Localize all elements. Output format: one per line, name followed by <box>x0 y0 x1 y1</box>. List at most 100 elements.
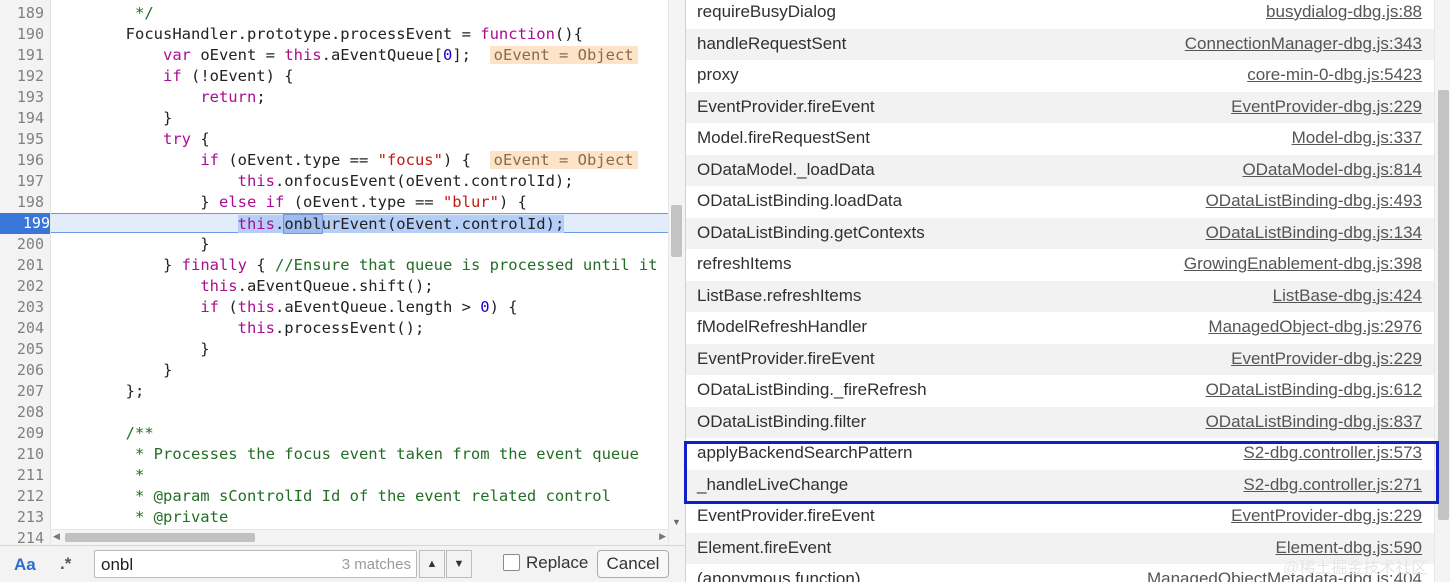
code-line[interactable]: * @param sControlId Id of the event rela… <box>51 486 668 507</box>
call-frame-row[interactable]: EventProvider.fireEvent EventProvider-dbg… <box>686 501 1434 533</box>
code-line[interactable]: this.processEvent(); <box>51 318 668 339</box>
code-line[interactable]: if (!oEvent) { <box>51 66 668 87</box>
line-number[interactable]: 189 <box>0 3 44 24</box>
line-number[interactable]: 207 <box>0 381 44 402</box>
call-frame-row[interactable]: ODataListBinding._fireRefresh ODataListBi… <box>686 375 1434 407</box>
search-query[interactable]: onbl <box>101 555 133 575</box>
code-line[interactable]: /** <box>51 423 668 444</box>
code-line[interactable]: var oEvent = this.aEventQueue[0]; oEvent… <box>51 45 668 66</box>
call-frame-row[interactable]: EventProvider.fireEvent EventProvider-dbg… <box>686 91 1434 123</box>
search-input[interactable]: onbl 3 matches <box>94 550 417 578</box>
call-frame-row[interactable]: ListBase.refreshItems ListBase-dbg.js:424 <box>686 280 1434 312</box>
line-number[interactable]: 192 <box>0 66 44 87</box>
editor-vertical-scrollbar[interactable]: ▼ <box>668 0 685 545</box>
line-number[interactable]: 190 <box>0 24 44 45</box>
call-frame-location-link[interactable]: ManagedObject-dbg.js:2976 <box>1208 317 1422 337</box>
code-line[interactable]: * Processes the focus event taken from t… <box>51 444 668 465</box>
line-number[interactable]: 193 <box>0 87 44 108</box>
cancel-button[interactable]: Cancel <box>597 550 669 578</box>
line-number[interactable]: 208 <box>0 402 44 423</box>
call-stack-scrollbar[interactable] <box>1434 0 1450 582</box>
call-frame-location-link[interactable]: ODataListBinding-dbg.js:612 <box>1206 380 1422 400</box>
code-line[interactable]: */ <box>51 3 668 24</box>
call-frame-location-link[interactable]: ODataListBinding-dbg.js:837 <box>1206 412 1422 432</box>
line-number[interactable]: 214 <box>0 528 44 545</box>
call-frame-row[interactable]: refreshItems GrowingEnablement-dbg.js:398 <box>686 249 1434 281</box>
line-number[interactable]: 196 <box>0 150 44 171</box>
editor-scrollbar-thumb[interactable] <box>671 205 682 257</box>
call-frame-row[interactable]: ODataModel._loadData ODataModel-dbg.js:81… <box>686 154 1434 186</box>
code-line[interactable]: if (this.aEventQueue.length > 0) { <box>51 297 668 318</box>
line-number[interactable]: 206 <box>0 360 44 381</box>
code-line[interactable]: this.onfocusEvent(oEvent.controlId); <box>51 171 668 192</box>
code-line[interactable]: } finally { //Ensure that queue is proce… <box>51 255 668 276</box>
call-frame-location-link[interactable]: ConnectionManager-dbg.js:343 <box>1185 34 1422 54</box>
call-frame-location-link[interactable]: ODataModel-dbg.js:814 <box>1242 160 1422 180</box>
code-line[interactable]: try { <box>51 129 668 150</box>
horizontal-scrollbar[interactable]: ◀ ▶ <box>51 529 668 545</box>
call-frame-row[interactable]: fModelRefreshHandler ManagedObject-dbg.js… <box>686 312 1434 344</box>
line-number[interactable]: 201 <box>0 255 44 276</box>
code-line[interactable]: } <box>51 360 668 381</box>
call-frame-location-link[interactable]: EventProvider-dbg.js:229 <box>1231 97 1422 117</box>
code-line[interactable]: * @private <box>51 507 668 528</box>
next-match-button[interactable]: ▼ <box>446 550 472 578</box>
call-frame-location-link[interactable]: GrowingEnablement-dbg.js:398 <box>1184 254 1422 274</box>
code-line[interactable]: if (oEvent.type == "focus") { oEvent = O… <box>51 150 668 171</box>
call-frame-location-link[interactable]: EventProvider-dbg.js:229 <box>1231 506 1422 526</box>
code-line[interactable]: FocusHandler.prototype.processEvent = fu… <box>51 24 668 45</box>
line-number[interactable]: 203 <box>0 297 44 318</box>
call-frame-row[interactable]: ODataListBinding.filter ODataListBinding-… <box>686 406 1434 438</box>
horizontal-scrollbar-thumb[interactable] <box>65 533 255 542</box>
line-number[interactable]: 195 <box>0 129 44 150</box>
line-number[interactable]: 213 <box>0 507 44 528</box>
line-number[interactable]: 198 <box>0 192 44 213</box>
line-number[interactable]: 191 <box>0 45 44 66</box>
call-frame-row[interactable]: _handleLiveChange S2-dbg.controller.js:27… <box>686 469 1434 501</box>
call-frame-location-link[interactable]: S2-dbg.controller.js:271 <box>1243 475 1422 495</box>
line-number[interactable]: 211 <box>0 465 44 486</box>
line-number[interactable]: 202 <box>0 276 44 297</box>
code-line[interactable]: return; <box>51 87 668 108</box>
call-frame-location-link[interactable]: ListBase-dbg.js:424 <box>1273 286 1422 306</box>
line-number[interactable]: 205 <box>0 339 44 360</box>
call-frame-row[interactable]: ODataListBinding.loadData ODataListBindin… <box>686 186 1434 218</box>
line-number[interactable]: 197 <box>0 171 44 192</box>
call-frame-row[interactable]: applyBackendSearchPattern S2-dbg.controll… <box>686 438 1434 470</box>
call-frame-location-link[interactable]: ODataListBinding-dbg.js:134 <box>1206 223 1422 243</box>
call-frame-location-link[interactable]: busydialog-dbg.js:88 <box>1266 2 1422 22</box>
call-frame-location-link[interactable]: core-min-0-dbg.js:5423 <box>1247 65 1422 85</box>
scroll-left-icon[interactable]: ◀ <box>53 531 60 542</box>
inline-value-badge[interactable]: oEvent = Object <box>489 151 638 169</box>
call-frame-location-link[interactable]: ODataListBinding-dbg.js:493 <box>1206 191 1422 211</box>
inline-value-badge[interactable]: oEvent = Object <box>489 46 638 64</box>
active-code-line[interactable]: this.onblurEvent(oEvent.controlId); <box>51 213 668 234</box>
call-frame-location-link[interactable]: Model-dbg.js:337 <box>1292 128 1422 148</box>
code-line[interactable]: this.aEventQueue.shift(); <box>51 276 668 297</box>
line-number[interactable]: 212 <box>0 486 44 507</box>
code-line[interactable]: } <box>51 234 668 255</box>
call-frame-row[interactable]: ODataListBinding.getContexts ODataListBin… <box>686 217 1434 249</box>
code-line[interactable]: * <box>51 465 668 486</box>
scroll-right-icon[interactable]: ▶ <box>659 531 666 542</box>
line-number[interactable]: 200 <box>0 234 44 255</box>
code-line[interactable]: } <box>51 339 668 360</box>
code-line[interactable]: }; <box>51 381 668 402</box>
source-editor[interactable]: 189 190 191 192 193 194 195 196 197 198 199 200 201 2… <box>0 0 685 582</box>
scroll-down-icon[interactable]: ▼ <box>672 517 681 527</box>
call-frame-location-link[interactable]: S2-dbg.controller.js:573 <box>1243 443 1422 463</box>
code-line[interactable]: } else if (oEvent.type == "blur") { <box>51 192 668 213</box>
replace-label[interactable]: Replace <box>526 553 588 573</box>
replace-checkbox[interactable] <box>503 554 520 571</box>
call-frame-row[interactable]: Model.fireRequestSent Model-dbg.js:337 <box>686 123 1434 155</box>
line-number[interactable]: 194 <box>0 108 44 129</box>
call-frame-row[interactable]: requireBusyDialog busydialog-dbg.js:88 <box>686 0 1434 29</box>
line-number[interactable]: 209 <box>0 423 44 444</box>
match-case-toggle[interactable]: Aa <box>14 555 36 575</box>
line-number[interactable]: 210 <box>0 444 44 465</box>
call-frame-location-link[interactable]: EventProvider-dbg.js:229 <box>1231 349 1422 369</box>
code-line[interactable]: } <box>51 108 668 129</box>
regex-toggle[interactable]: .* <box>60 554 71 574</box>
call-frame-row[interactable]: proxy core-min-0-dbg.js:5423 <box>686 60 1434 92</box>
code-area[interactable]: */ FocusHandler.prototype.processEvent =… <box>51 0 668 545</box>
